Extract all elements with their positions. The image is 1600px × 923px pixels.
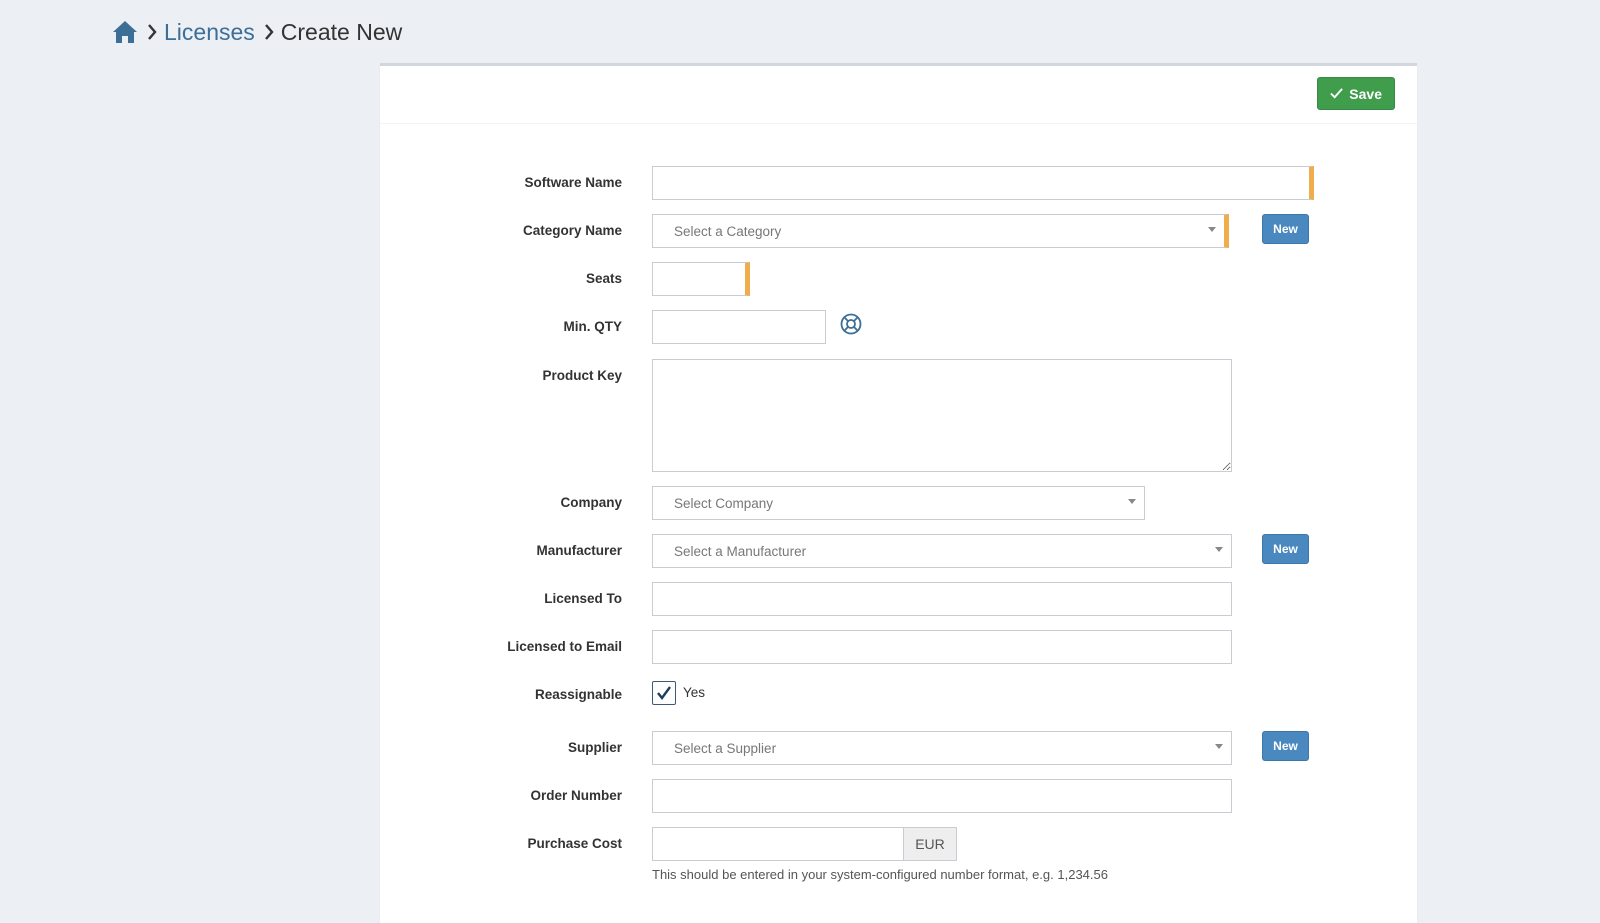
page-title: Create New	[280, 18, 403, 45]
purchase-cost-help-text: This should be entered in your system-co…	[652, 867, 1108, 882]
license-form-box: Save Software Name Category Name Select …	[380, 63, 1417, 923]
supplier-select-placeholder: Select a Supplier	[674, 740, 777, 756]
box-header: Save	[380, 66, 1417, 124]
chevron-right-icon	[263, 22, 275, 42]
software-name-input[interactable]	[652, 166, 1314, 200]
reassignable-yes-label: Yes	[683, 685, 706, 700]
manufacturer-label: Manufacturer	[536, 543, 622, 558]
company-select[interactable]: Select Company	[652, 486, 1145, 520]
purchase-cost-input[interactable]	[652, 827, 904, 861]
supplier-label: Supplier	[567, 740, 622, 755]
breadcrumb-licenses-link[interactable]: Licenses	[164, 19, 255, 46]
home-icon[interactable]	[112, 19, 138, 45]
purchase-cost-label: Purchase Cost	[527, 836, 622, 851]
order-number-label: Order Number	[530, 788, 622, 803]
software-name-label: Software Name	[524, 175, 622, 190]
licensed-to-email-label: Licensed to Email	[507, 639, 622, 654]
licensed-to-input[interactable]	[652, 582, 1232, 616]
supplier-select[interactable]: Select a Supplier	[652, 731, 1232, 765]
reassignable-label: Reassignable	[534, 687, 622, 702]
lifebuoy-icon[interactable]	[840, 313, 862, 335]
chevron-down-icon	[1208, 227, 1216, 232]
min-qty-label: Min. QTY	[563, 319, 623, 334]
licensed-to-label: Licensed To	[544, 591, 622, 606]
order-number-input[interactable]	[652, 779, 1232, 813]
category-select[interactable]: Select a Category	[652, 214, 1229, 248]
check-icon	[1330, 88, 1344, 99]
reassignable-checkbox[interactable]	[652, 681, 676, 705]
breadcrumb: Licenses Create New	[112, 16, 402, 48]
licensed-to-email-input[interactable]	[652, 630, 1232, 664]
manufacturer-select[interactable]: Select a Manufacturer	[652, 534, 1232, 568]
company-label: Company	[560, 495, 622, 510]
chevron-down-icon	[1215, 547, 1223, 552]
seats-label: Seats	[585, 271, 622, 286]
seats-input[interactable]	[652, 262, 750, 296]
company-select-placeholder: Select Company	[674, 495, 774, 511]
chevron-down-icon	[1128, 499, 1136, 504]
min-qty-input[interactable]	[652, 310, 826, 344]
save-button-label: Save	[1349, 85, 1382, 102]
new-manufacturer-button[interactable]: New	[1262, 534, 1309, 564]
category-select-placeholder: Select a Category	[674, 223, 782, 239]
new-supplier-button[interactable]: New	[1262, 731, 1309, 761]
save-button[interactable]: Save	[1317, 77, 1395, 110]
product-key-textarea[interactable]	[652, 359, 1232, 472]
chevron-down-icon	[1215, 744, 1223, 749]
chevron-right-icon	[146, 22, 158, 42]
product-key-label: Product Key	[542, 368, 622, 383]
category-name-label: Category Name	[522, 223, 622, 238]
new-category-button[interactable]: New	[1262, 214, 1309, 244]
manufacturer-select-placeholder: Select a Manufacturer	[674, 543, 807, 559]
check-icon	[657, 686, 671, 700]
currency-addon: EUR	[904, 827, 957, 861]
